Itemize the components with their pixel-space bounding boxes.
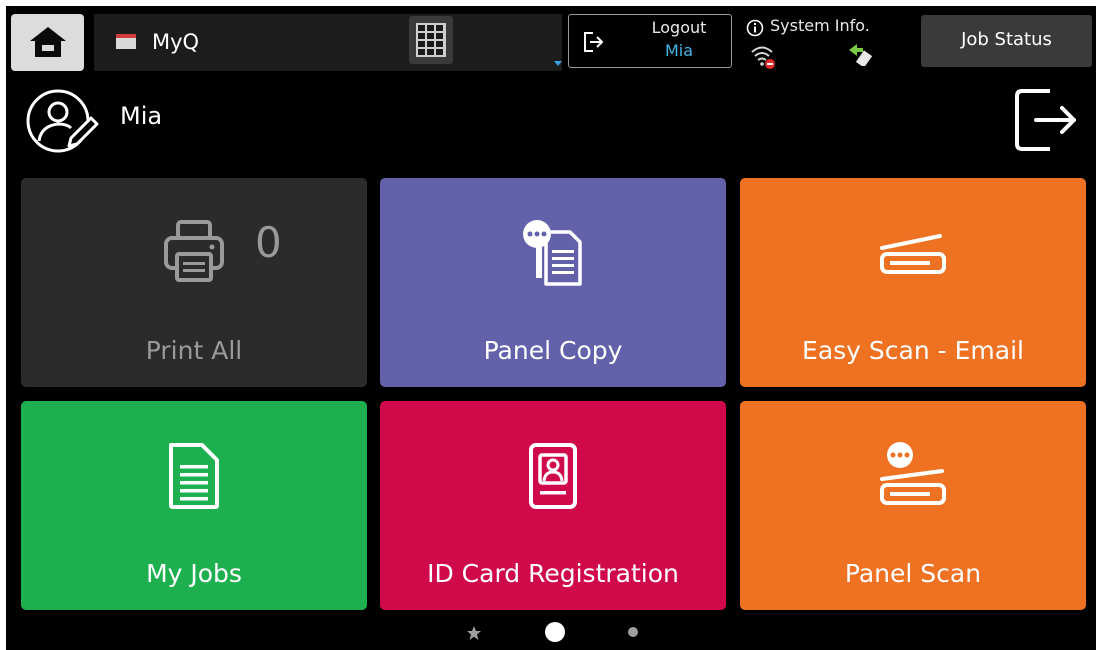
tile-easy-scan-email[interactable]: Easy Scan - Email bbox=[740, 178, 1086, 387]
job-status-button[interactable]: Job Status bbox=[921, 15, 1092, 67]
keypad-icon bbox=[416, 23, 446, 57]
id-card-icon bbox=[380, 441, 726, 513]
home-button[interactable] bbox=[11, 14, 84, 71]
tile-label: Easy Scan - Email bbox=[802, 336, 1024, 365]
tile-label: My Jobs bbox=[146, 559, 242, 588]
app-name: MyQ bbox=[152, 30, 200, 54]
logout-label: Logout bbox=[651, 18, 707, 37]
wifi-disconnected-icon bbox=[751, 46, 775, 69]
app-tab-myq[interactable]: MyQ bbox=[94, 14, 562, 71]
scanner-icon bbox=[740, 218, 1086, 290]
tile-panel-copy[interactable]: Panel Copy bbox=[380, 178, 726, 387]
user-name: Mia bbox=[120, 102, 163, 130]
top-bar: MyQ Logout Mia System Info. Job Status bbox=[6, 6, 1096, 73]
user-edit-icon[interactable] bbox=[25, 86, 103, 156]
home-icon bbox=[30, 27, 66, 57]
pager-dot-active[interactable] bbox=[545, 622, 565, 642]
scanner-chat-icon bbox=[740, 441, 1086, 513]
myq-logo-icon bbox=[116, 34, 136, 49]
job-status-label: Job Status bbox=[961, 29, 1052, 50]
tile-my-jobs[interactable]: My Jobs bbox=[21, 401, 367, 610]
usb-icon bbox=[849, 44, 873, 66]
keypad-button[interactable] bbox=[409, 16, 453, 64]
logout-icon bbox=[584, 32, 604, 52]
tile-panel-scan[interactable]: Panel Scan bbox=[740, 401, 1086, 610]
info-icon bbox=[746, 19, 764, 37]
logout-large-icon[interactable] bbox=[1010, 85, 1082, 155]
printer-icon bbox=[161, 218, 227, 288]
printer-panel-screen: MyQ Logout Mia System Info. Job Status M… bbox=[6, 6, 1096, 650]
tile-label: Panel Scan bbox=[844, 559, 982, 588]
tile-label: Panel Copy bbox=[483, 336, 623, 365]
document-icon bbox=[21, 441, 367, 513]
logout-username: Mia bbox=[664, 41, 694, 60]
system-info-button[interactable]: System Info. bbox=[743, 14, 903, 72]
print-job-count: 0 bbox=[255, 218, 282, 267]
logout-button[interactable]: Logout Mia bbox=[568, 14, 732, 68]
system-info-label: System Info. bbox=[770, 16, 870, 35]
pager-dot[interactable] bbox=[628, 627, 638, 637]
copy-document-icon bbox=[380, 218, 726, 290]
tile-label: Print All bbox=[145, 336, 243, 365]
dropdown-indicator-icon bbox=[554, 61, 562, 66]
pager-home-star-icon[interactable] bbox=[466, 625, 482, 641]
tile-print-all[interactable]: 0 Print All bbox=[21, 178, 367, 387]
tile-label: ID Card Registration bbox=[427, 559, 679, 588]
tile-id-card-registration[interactable]: ID Card Registration bbox=[380, 401, 726, 610]
